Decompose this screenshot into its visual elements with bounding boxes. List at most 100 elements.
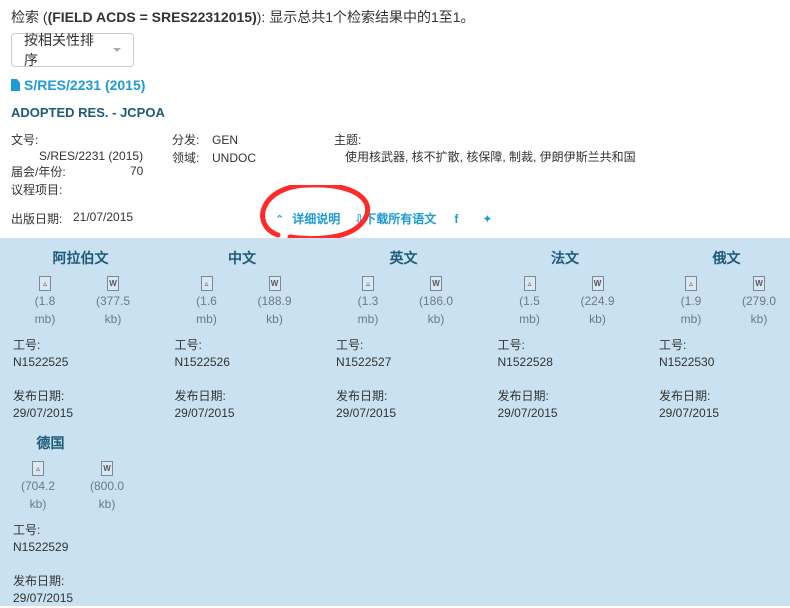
- job-number: N1522528: [497, 355, 553, 369]
- word-icon: W: [430, 276, 442, 291]
- pub-date-label: 出版日期:: [11, 212, 63, 226]
- search-summary: 检索 ((FIELD ACDS = SRES22312015)): 显示总共1个…: [11, 7, 475, 27]
- word-unit: kb): [266, 312, 283, 326]
- release-date: 29/07/2015: [497, 406, 558, 420]
- download-all-link[interactable]: ⇩下载所有语文: [354, 210, 436, 227]
- twitter-icon[interactable]: ✦: [482, 212, 492, 226]
- job-label: 工号:: [13, 338, 41, 352]
- pdf-size: (1.6: [196, 294, 217, 308]
- search-suffix: ): 显示总共1个检索结果中的1至1。: [256, 9, 475, 25]
- release-date-label: 发布日期:: [497, 389, 549, 403]
- word-unit: kb): [98, 497, 116, 511]
- word-download[interactable]: W (188.9 kb): [250, 276, 300, 328]
- release-date: 29/07/2015: [174, 406, 235, 420]
- sort-dropdown[interactable]: 按相关性排序: [11, 32, 134, 68]
- pdf-size: (1.8: [34, 294, 56, 308]
- language-name: 阿拉伯文: [52, 250, 109, 266]
- word-download[interactable]: W (279.0 kb): [734, 276, 784, 328]
- pdf-icon: ▵: [523, 276, 536, 291]
- release-date-label: 发布日期:: [13, 389, 65, 403]
- word-download[interactable]: W (224.9 kb): [573, 276, 623, 328]
- word-download[interactable]: W (800.0 kb): [82, 461, 132, 513]
- facebook-icon[interactable]: f: [454, 212, 458, 226]
- language-name: 法文: [551, 250, 579, 266]
- pdf-unit: mb): [519, 312, 540, 326]
- subjects-label: 主题:: [334, 133, 362, 147]
- language-name: 英文: [389, 250, 418, 266]
- pdf-unit: mb): [34, 312, 56, 326]
- pdf-download[interactable]: ▵ (704.2 kb): [13, 461, 63, 513]
- job-label: 工号:: [336, 338, 364, 352]
- release-date: 29/07/2015: [336, 406, 397, 420]
- pdf-icon: ▵: [39, 276, 51, 291]
- word-download[interactable]: W (186.0 kb): [411, 276, 461, 328]
- pdf-size: (1.9: [680, 294, 702, 308]
- release-date-label: 发布日期:: [336, 389, 388, 403]
- caret-down-icon: [113, 48, 121, 52]
- details-toggle[interactable]: ⌃ 详细说明: [275, 210, 340, 227]
- document-symbol-link[interactable]: S/RES/2231 (2015): [11, 77, 145, 93]
- release-date: 29/07/2015: [659, 406, 720, 420]
- word-size: (279.0: [741, 294, 777, 308]
- pdf-download[interactable]: ▵ (1.5 mb): [505, 276, 555, 328]
- pdf-download[interactable]: ▵ (1.9 mb): [666, 276, 716, 328]
- language-block: 英文 ▵ (1.3 mb) W (186.0 kb) 工号: N1522527 发布日期…: [323, 238, 484, 423]
- file-icon: [11, 79, 20, 91]
- pdf-size: (1.5: [519, 294, 540, 308]
- word-download[interactable]: W (377.5 kb): [88, 276, 138, 328]
- language-block: 法文 ▵ (1.5 mb) W (224.9 kb) 工号: N1522528 发布日期…: [485, 238, 646, 423]
- word-unit: kb): [589, 312, 606, 326]
- download-icon: ⇩: [354, 212, 365, 226]
- word-size: (800.0: [89, 479, 125, 493]
- subjects-value: 使用核武器, 核不扩散, 核保障, 制裁, 伊朗伊斯兰共和国: [345, 150, 636, 164]
- release-date-label: 发布日期:: [659, 389, 711, 403]
- language-name: 中文: [228, 250, 256, 266]
- document-title: ADOPTED RES. - JCPOA: [11, 105, 165, 120]
- area-label: 领域:: [172, 151, 200, 165]
- release-date-label: 发布日期:: [13, 574, 65, 588]
- job-label: 工号:: [659, 338, 687, 352]
- document-symbol-text: S/RES/2231 (2015): [24, 77, 146, 93]
- pdf-download[interactable]: ▵ (1.6 mb): [182, 276, 232, 328]
- language-block: 德国 ▵ (704.2 kb) W (800.0 kb) 工号: N1522529 发布…: [0, 423, 161, 608]
- pdf-icon: ▵: [32, 461, 44, 476]
- language-name: 俄文: [712, 250, 741, 266]
- word-icon: W: [101, 461, 113, 476]
- pdf-unit: mb): [357, 312, 379, 326]
- pdf-size: (704.2: [20, 479, 56, 493]
- word-size: (188.9: [257, 294, 292, 308]
- session-label: 届会/年份:: [11, 165, 66, 179]
- job-label: 工号:: [497, 338, 525, 352]
- word-unit: kb): [750, 312, 768, 326]
- language-files-panel: 阿拉伯文 ▵ (1.8 mb) W (377.5 kb) 工号: N1522525 发布…: [0, 238, 790, 606]
- word-icon: W: [753, 276, 765, 291]
- language-block: 俄文 ▵ (1.9 mb) W (279.0 kb) 工号: N1522530 发布日期…: [646, 238, 790, 423]
- word-icon: W: [268, 276, 281, 291]
- job-number: N1522527: [336, 355, 392, 369]
- session-value: 70: [130, 164, 144, 178]
- pdf-size: (1.3: [357, 294, 379, 308]
- search-query: (FIELD ACDS = SRES22312015): [47, 9, 257, 25]
- pdf-download[interactable]: ▵ (1.8 mb): [20, 276, 70, 328]
- word-size: (186.0: [418, 294, 454, 308]
- job-label: 工号:: [174, 338, 202, 352]
- pdf-icon: ▵: [685, 276, 697, 291]
- pdf-icon: ▵: [200, 276, 213, 291]
- word-size: (377.5: [95, 294, 131, 308]
- word-unit: kb): [104, 312, 122, 326]
- job-number: N1522526: [174, 355, 230, 369]
- symbol-label: 文号:: [11, 133, 39, 147]
- pdf-unit: mb): [196, 312, 217, 326]
- distribution-value: GEN: [212, 133, 239, 147]
- distribution-label: 分发:: [172, 133, 200, 147]
- sort-label: 按相关性排序: [24, 32, 94, 68]
- search-prefix: 检索 (: [11, 9, 48, 25]
- agenda-label: 议程项目:: [11, 183, 63, 197]
- release-date: 29/07/2015: [13, 591, 74, 605]
- pdf-icon: ▵: [362, 276, 374, 291]
- language-block: 中文 ▵ (1.6 mb) W (188.9 kb) 工号: N1522526 发布日期…: [162, 238, 323, 423]
- area-value: UNDOC: [212, 151, 256, 165]
- pdf-download[interactable]: ▵ (1.3 mb): [343, 276, 393, 328]
- actions-bar: ⌃ 详细说明 ⇩下载所有语文 f ✦: [275, 210, 492, 227]
- release-date-label: 发布日期:: [174, 389, 226, 403]
